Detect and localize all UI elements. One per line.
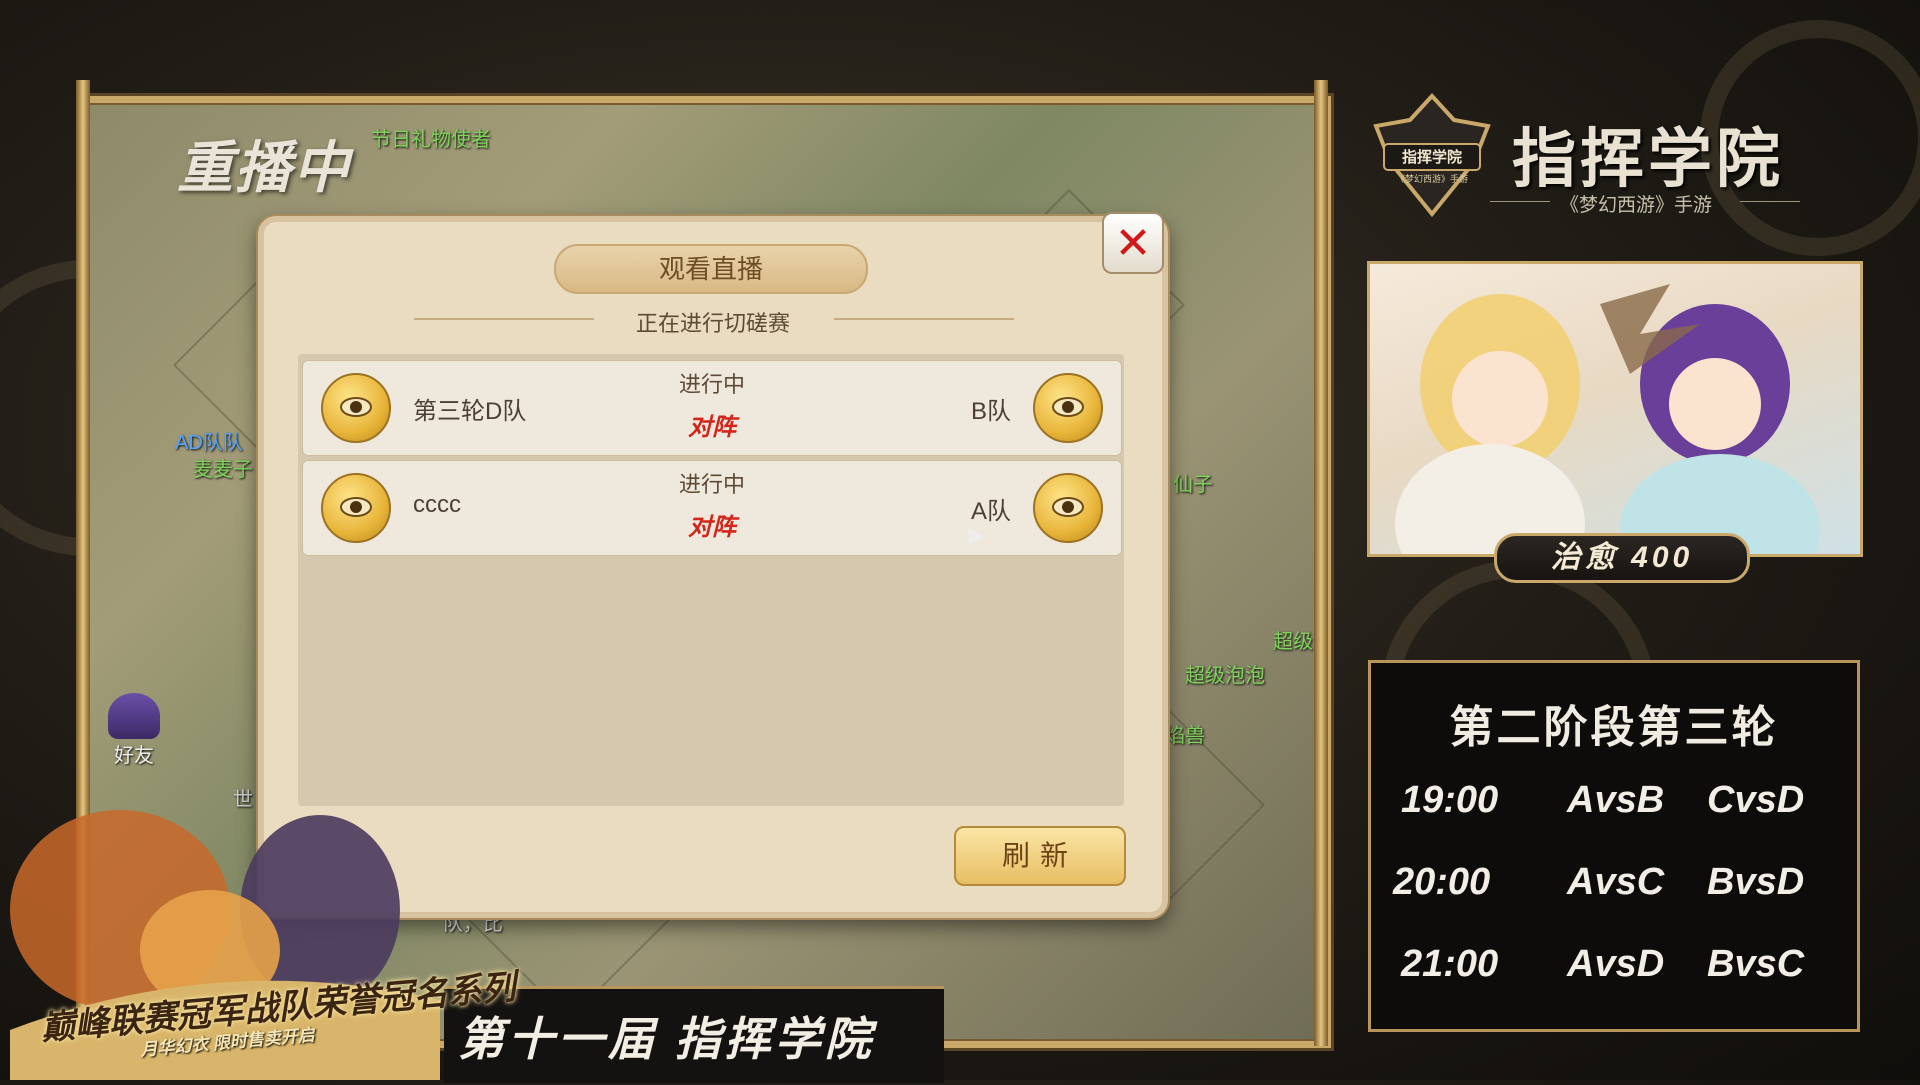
schedule-match: AvsC xyxy=(1567,861,1665,903)
badge-text: 指挥学院 xyxy=(1402,148,1462,166)
heal-value: 400 xyxy=(1631,541,1694,574)
right-team-name: A队 xyxy=(970,498,1011,525)
heal-label: 治愈 xyxy=(1550,541,1619,574)
schedule-match: AvsB xyxy=(1567,779,1665,821)
eye-pupil xyxy=(1062,401,1074,413)
promo-artwork: 巅峰联赛冠军战队荣誉冠名系列 月华幻衣 限时售卖开启 xyxy=(0,800,517,1080)
season-banner: 第十一届 指挥学院 xyxy=(444,986,944,1083)
schedule-match: CvsD xyxy=(1707,779,1805,821)
schedule-match: BvsD xyxy=(1707,861,1805,903)
right-team-name: B队 xyxy=(970,398,1011,425)
season-title: 第十一届 指挥学院 xyxy=(458,1013,875,1065)
match-schedule-panel: 第二阶段第三轮 19:00 AvsB CvsD 20:00 AvsC BvsD … xyxy=(1368,660,1860,1032)
friend-button[interactable]: 好友 xyxy=(103,693,165,767)
match-row: 第三轮D队 进行中 对阵 B队 xyxy=(302,360,1122,456)
brand-subtitle: 《梦幻西游》手游 xyxy=(1560,195,1713,216)
hero-illustration xyxy=(1395,284,1820,554)
schedule-time: 20:00 xyxy=(1393,861,1491,903)
npc-name-label: 焰兽 xyxy=(1165,725,1205,747)
eye-pupil xyxy=(1062,501,1074,513)
schedule-time: 19:00 xyxy=(1401,779,1499,821)
match-row: cccc 进行中 对阵 A队 xyxy=(302,460,1122,556)
schedule-row: 21:00 AvsD BvsC xyxy=(1371,943,1857,993)
schedule-title: 第二阶段第三轮 xyxy=(1449,703,1779,752)
dialog-subtitle: 正在进行切磋赛 xyxy=(635,311,790,336)
npc-name-label: 超级 xyxy=(1273,631,1313,653)
schedule-match: BvsC xyxy=(1707,943,1805,985)
close-dialog-button[interactable]: ✕ xyxy=(1102,212,1164,274)
match-list: 第三轮D队 进行中 对阵 B队 cccc 进行中 对阵 A队 xyxy=(298,354,1124,806)
subtitle-line xyxy=(1490,201,1550,202)
replay-label: 重播中 xyxy=(177,136,351,199)
watch-right-button[interactable] xyxy=(1033,373,1103,443)
hero-artwork-card xyxy=(1367,261,1863,557)
frame-post-right xyxy=(1314,80,1328,1046)
badge-sub: 《梦幻西游》手游 xyxy=(1396,173,1468,185)
npc-name-label: AD队队 xyxy=(175,432,243,454)
schedule-time: 21:00 xyxy=(1401,943,1499,985)
close-icon: ✕ xyxy=(1114,218,1152,268)
schedule-row: 19:00 AvsB CvsD xyxy=(1371,779,1857,829)
npc-name-label: 麦麦子 xyxy=(193,459,253,481)
friend-label: 好友 xyxy=(114,745,154,767)
npc-name-label: 超级泡泡 xyxy=(1185,665,1265,687)
dialog-title: 观看直播 xyxy=(554,244,868,294)
heal-stat-tag: 治愈 400 xyxy=(1494,533,1750,583)
academy-logo-icon: 指挥学院 《梦幻西游》手游 xyxy=(1373,93,1491,218)
refresh-button[interactable]: 刷新 xyxy=(954,826,1126,886)
schedule-row: 20:00 AvsC BvsD xyxy=(1371,861,1857,911)
schedule-match: AvsD xyxy=(1567,943,1665,985)
brand-title: 指挥学院 xyxy=(1512,123,1784,195)
watch-right-button[interactable] xyxy=(1033,473,1103,543)
npc-name-label: 仙子 xyxy=(1173,474,1213,496)
wizard-hat-icon xyxy=(108,693,160,739)
subtitle-line xyxy=(1740,201,1800,202)
npc-name-label: 节日礼物使者 xyxy=(371,129,491,151)
